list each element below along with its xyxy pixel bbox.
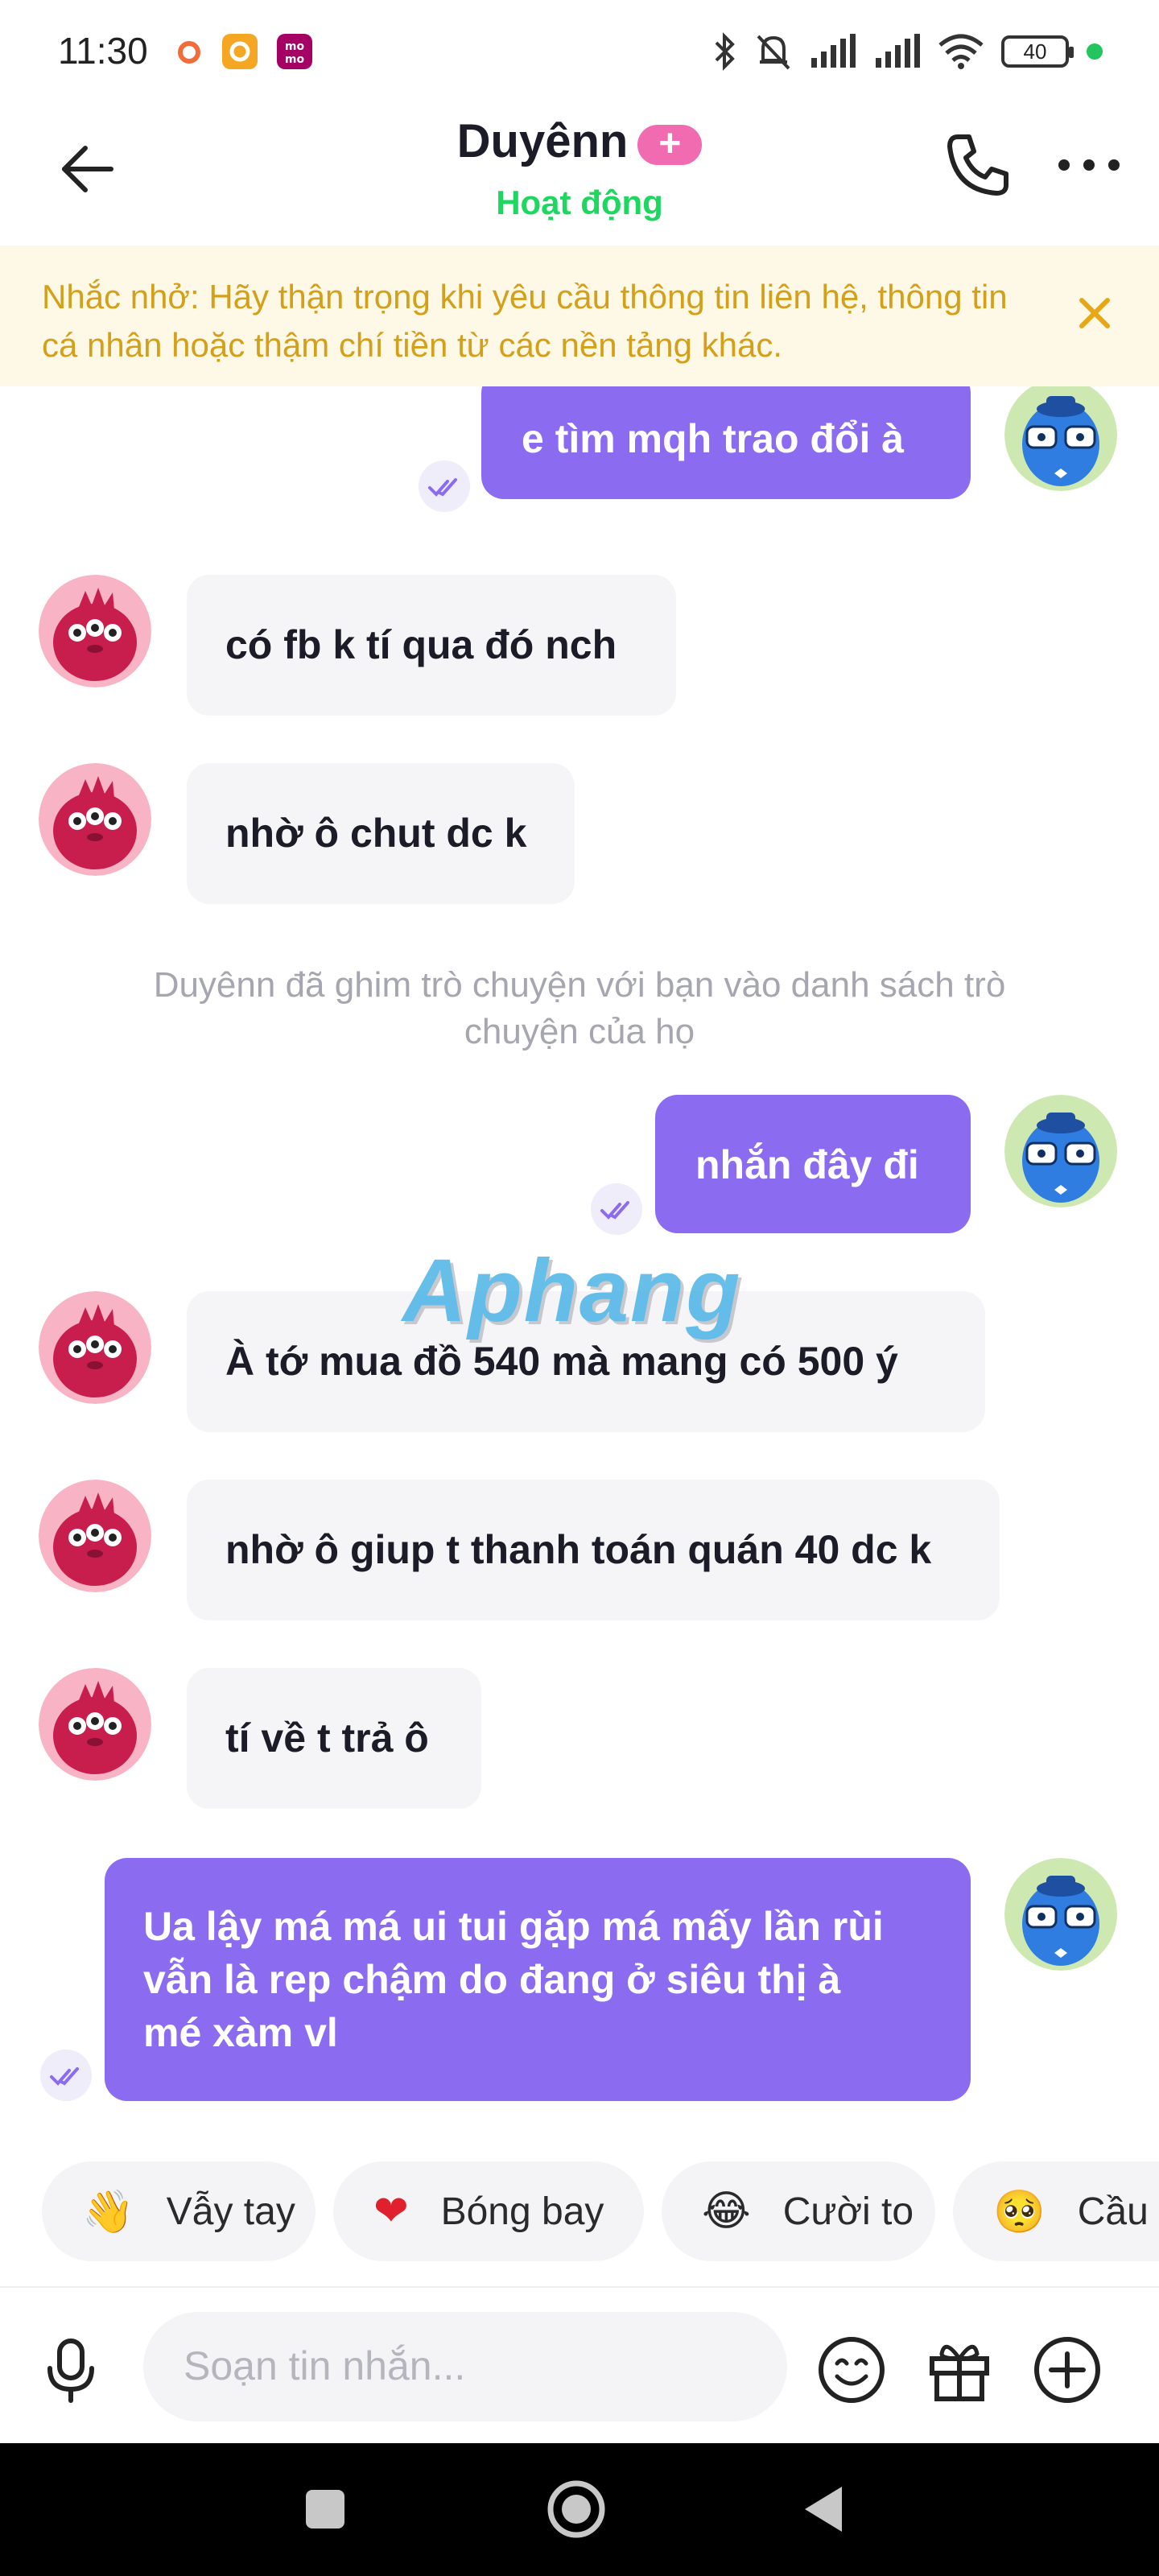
status-time: 11:30 [58, 30, 148, 72]
emoji-icon[interactable] [813, 2331, 890, 2409]
gift-icon[interactable] [921, 2331, 998, 2409]
incoming-message[interactable]: nhờ ô chut dc k [187, 763, 575, 904]
outgoing-message[interactable]: Ua lậy má má ui tui gặp má mấy lần rùi v… [105, 1858, 971, 2101]
safety-reminder-banner: Nhắc nhở: Hãy thận trọng khi yêu cầu thô… [0, 246, 1159, 386]
wave-emoji-icon: 👋 [82, 2187, 134, 2236]
phone-icon[interactable] [940, 129, 1013, 201]
pleading-emoji-icon: 🥺 [993, 2187, 1046, 2236]
contact-avatar[interactable] [39, 1291, 151, 1404]
read-tick-icon [40, 2050, 92, 2101]
signal-icon [811, 34, 856, 68]
reaction-balloon[interactable]: ❤ Bóng bay [333, 2161, 644, 2261]
more-icon[interactable] [1054, 153, 1124, 177]
system-message: Duyênn đã ghim trò chuyện với bạn vào da… [153, 965, 1006, 1051]
my-avatar[interactable] [1004, 1858, 1117, 1971]
mute-bell-icon [757, 35, 790, 70]
my-avatar[interactable] [1004, 1095, 1117, 1208]
read-tick-icon [419, 460, 470, 512]
add-icon[interactable] [1029, 2331, 1106, 2409]
message-input[interactable]: Soạn tin nhắn... [143, 2312, 787, 2421]
reaction-wave[interactable]: 👋 Vẫy tay [42, 2161, 316, 2261]
notification-ring-icon [178, 41, 200, 64]
contact-avatar[interactable] [39, 1480, 151, 1592]
my-avatar[interactable] [1004, 386, 1117, 491]
close-icon[interactable] [1070, 289, 1119, 337]
momo-app-icon: mo mo [277, 34, 312, 69]
outgoing-message[interactable]: nhắn đây đi [655, 1095, 971, 1233]
contact-avatar[interactable] [39, 575, 151, 687]
microphone-icon[interactable] [32, 2331, 109, 2409]
plus-badge[interactable]: + [637, 124, 703, 165]
status-indicators: 40 [713, 31, 1103, 72]
battery-indicator: 40 [1001, 35, 1074, 68]
chat-header: Duyênn + Hoạt động [0, 105, 1159, 246]
message-list[interactable]: e tìm mqh trao đổi à có fb k tí qua đó n… [0, 386, 1159, 2145]
wifi-icon [938, 34, 984, 69]
reaction-plead[interactable]: 🥺 Cầu x [953, 2161, 1159, 2261]
reminder-text: Nhắc nhở: Hãy thận trọng khi yêu cầu thô… [42, 278, 1008, 364]
contact-avatar[interactable] [39, 1668, 151, 1781]
recents-icon[interactable] [303, 2487, 348, 2532]
back-nav-icon[interactable] [800, 2483, 848, 2535]
watermark: Aphang [402, 1241, 742, 1340]
heart-emoji-icon: ❤ [373, 2187, 409, 2235]
message-composer: Soạn tin nhắn... [0, 2286, 1159, 2445]
message-input-placeholder: Soạn tin nhắn... [184, 2343, 466, 2388]
incoming-message[interactable]: nhờ ô giup t thanh toán quán 40 dc k [187, 1480, 1000, 1620]
incoming-message[interactable]: tí về t trả ô [187, 1668, 481, 1809]
bluetooth-icon [715, 32, 735, 71]
app-icon-orange [222, 34, 258, 69]
signal-icon-2 [876, 34, 920, 68]
reaction-laugh[interactable]: 😂 Cười to [662, 2161, 935, 2261]
read-tick-icon [591, 1183, 642, 1235]
incoming-message[interactable]: có fb k tí qua đó nch [187, 575, 676, 716]
system-navigation-bar [0, 2443, 1159, 2576]
privacy-dot [1087, 43, 1103, 60]
contact-avatar[interactable] [39, 763, 151, 876]
outgoing-message[interactable]: e tìm mqh trao đổi à [481, 386, 971, 499]
svg-text:mo: mo [285, 53, 305, 66]
quick-reactions-bar: 👋 Vẫy tay ❤ Bóng bay 😂 Cười to 🥺 Cầu x [0, 2145, 1159, 2282]
laugh-emoji-icon: 😂 [702, 2187, 751, 2235]
home-icon[interactable] [544, 2477, 608, 2541]
status-bar: 11:30 mo mo 40 [0, 0, 1159, 105]
svg-text:mo: mo [285, 40, 305, 53]
